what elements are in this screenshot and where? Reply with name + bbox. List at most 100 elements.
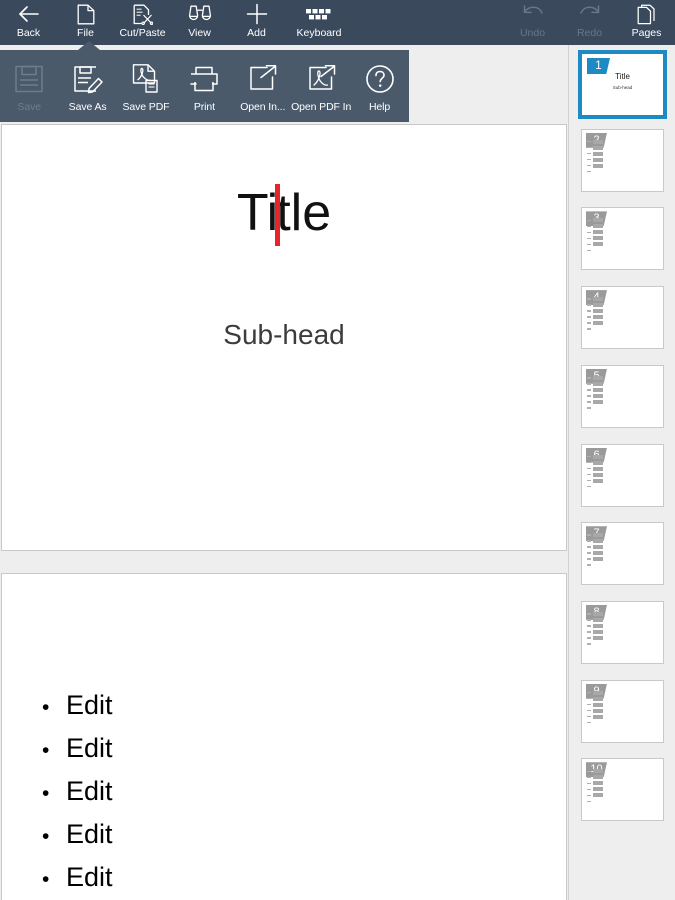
toolbar-button-file[interactable]: File <box>57 0 114 45</box>
thumbnail-title-text: Title <box>615 72 630 81</box>
thumbnail-bullet-preview <box>587 690 603 726</box>
page-thumbnail-7[interactable]: 7 <box>581 522 664 586</box>
menu-item-save[interactable]: Save <box>0 50 58 122</box>
menu-item-open-in[interactable]: Open In... <box>234 50 292 122</box>
thumbnail-bullet-line <box>587 798 603 804</box>
thumbnail-bullet-line <box>587 169 603 175</box>
thumbnail-bullet-preview <box>587 296 603 332</box>
toolbar-button-back[interactable]: Back <box>0 0 57 45</box>
toolbar-label-back: Back <box>16 27 41 39</box>
binoculars-icon <box>187 3 213 25</box>
slide-editor-area: Title Sub-head • Edit • Edit • Edit • Edit • Edit <box>0 45 568 900</box>
menu-item-save-pdf[interactable]: Save PDF <box>117 50 175 122</box>
page-thumbnail-4[interactable]: 4 <box>581 286 664 350</box>
slide-subhead-textbox[interactable]: Sub-head <box>2 319 566 351</box>
page-thumbnail-2[interactable]: 2 <box>581 128 664 192</box>
arrow-left-icon <box>17 3 41 25</box>
thumbnail-bullet-line <box>587 641 603 647</box>
bullet-item[interactable]: • Edit <box>42 727 546 770</box>
slide-title-text-after-caret: tle <box>276 184 332 242</box>
document-icon <box>77 3 95 25</box>
thumbnail-bullet-preview <box>587 611 603 647</box>
open-in-icon <box>247 60 278 98</box>
bullet-item[interactable]: • Edit <box>42 856 546 899</box>
text-cursor-caret <box>275 184 281 246</box>
toolbar-button-undo[interactable]: Undo <box>504 0 561 45</box>
thumbnail-bullet-line <box>587 326 603 332</box>
thumbnail-bullet-line <box>587 484 603 490</box>
bullet-item[interactable]: • Edit <box>42 684 546 727</box>
pages-stack-icon <box>637 3 657 25</box>
slide-bullet-list[interactable]: • Edit • Edit • Edit • Edit • Edit <box>42 684 546 899</box>
toolbar-button-pages[interactable]: Pages <box>618 0 675 45</box>
thumbnail-bullet-line <box>587 562 603 568</box>
toolbar-label-file: File <box>77 27 94 39</box>
printer-icon <box>188 60 220 98</box>
thumbnail-bullet-preview <box>587 768 603 804</box>
menu-item-help[interactable]: Help <box>350 50 408 122</box>
bullet-item[interactable]: • Edit <box>42 813 546 856</box>
toolbar-button-keyboard[interactable]: Keyboard <box>285 0 353 45</box>
page-thumbnail-5[interactable]: 5 <box>581 364 664 428</box>
save-as-pencil-icon <box>72 60 104 98</box>
thumbnail-bullet-preview <box>587 454 603 490</box>
cut-paste-icon <box>133 3 153 25</box>
bullet-item[interactable]: • Edit <box>42 770 546 813</box>
toolbar-label-redo: Redo <box>576 27 603 39</box>
thumbnail-subhead-text: Sub-head <box>612 85 633 90</box>
bullet-text: Edit <box>66 862 113 892</box>
menu-label-help: Help <box>368 100 391 113</box>
thumbnail-bullet-preview <box>587 375 603 411</box>
question-circle-icon <box>365 60 395 98</box>
menu-item-save-as[interactable]: Save As <box>58 50 116 122</box>
toolbar-label-keyboard: Keyboard <box>296 27 342 39</box>
toolbar-right-group: Undo Redo Pages <box>504 0 675 45</box>
toolbar-label-undo: Undo <box>519 27 546 39</box>
menu-label-save-as: Save As <box>68 100 107 113</box>
page-thumbnail-10[interactable]: 10 <box>581 758 664 822</box>
toolbar-button-add[interactable]: Add <box>228 0 285 45</box>
menu-item-print[interactable]: Print <box>175 50 233 122</box>
thumbnail-bullet-line <box>587 247 603 253</box>
toolbar-button-cut-paste[interactable]: Cut/Paste <box>114 0 171 45</box>
toolbar-label-pages: Pages <box>631 27 662 39</box>
bullet-point-icon: • <box>42 782 50 805</box>
plus-icon <box>245 3 269 25</box>
page-thumbnail-3[interactable]: 3 <box>581 207 664 271</box>
page-thumbnail-6[interactable]: 6 <box>581 443 664 507</box>
menu-label-open-in: Open In... <box>240 100 286 113</box>
pages-sidebar[interactable]: 1TitleSub-head2345678910 <box>568 45 675 900</box>
bullet-text: Edit <box>66 776 113 806</box>
slide-title-textbox[interactable]: Title <box>2 183 566 246</box>
bullet-point-icon: • <box>42 696 50 719</box>
thumbnail-bullet-preview <box>587 217 603 253</box>
top-toolbar: Back File Cut/Paste View Add Keyboard Un… <box>0 0 675 45</box>
toolbar-button-redo[interactable]: Redo <box>561 0 618 45</box>
save-pdf-icon <box>131 60 161 98</box>
floppy-disk-icon <box>14 60 44 98</box>
menu-item-open-pdf-in[interactable]: Open PDF In <box>291 50 351 122</box>
menu-label-save: Save <box>17 100 41 113</box>
app-root: Back File Cut/Paste View Add Keyboard Un… <box>0 0 675 900</box>
bullet-text: Edit <box>66 819 113 849</box>
file-submenu: Save Save As Save PDF Print Open In... O… <box>0 50 409 122</box>
page-thumbnail-8[interactable]: 8 <box>581 600 664 664</box>
menu-label-print: Print <box>193 100 215 113</box>
undo-arrow-icon <box>521 3 545 25</box>
thumbnail-bullet-preview <box>587 139 603 175</box>
keyboard-icon <box>305 3 333 25</box>
bullet-point-icon: • <box>42 825 50 848</box>
page-thumbnail-9[interactable]: 9 <box>581 679 664 743</box>
page-thumbnail-1[interactable]: 1 Title Sub-head <box>578 50 667 119</box>
toolbar-label-view: View <box>188 27 211 39</box>
slide-canvas-2[interactable]: • Edit • Edit • Edit • Edit • Edit <box>1 573 567 900</box>
bullet-point-icon: • <box>42 739 50 762</box>
file-menu-pointer <box>78 41 100 50</box>
toolbar-label-add: Add <box>247 27 266 39</box>
toolbar-button-view[interactable]: View <box>171 0 228 45</box>
toolbar-left-group: Back File Cut/Paste View Add Keyboard <box>0 0 353 45</box>
slide-canvas-1[interactable]: Title Sub-head <box>1 124 567 551</box>
redo-arrow-icon <box>578 3 602 25</box>
thumbnail-bullet-preview <box>587 532 603 568</box>
thumbnail-bullet-line <box>587 720 603 726</box>
